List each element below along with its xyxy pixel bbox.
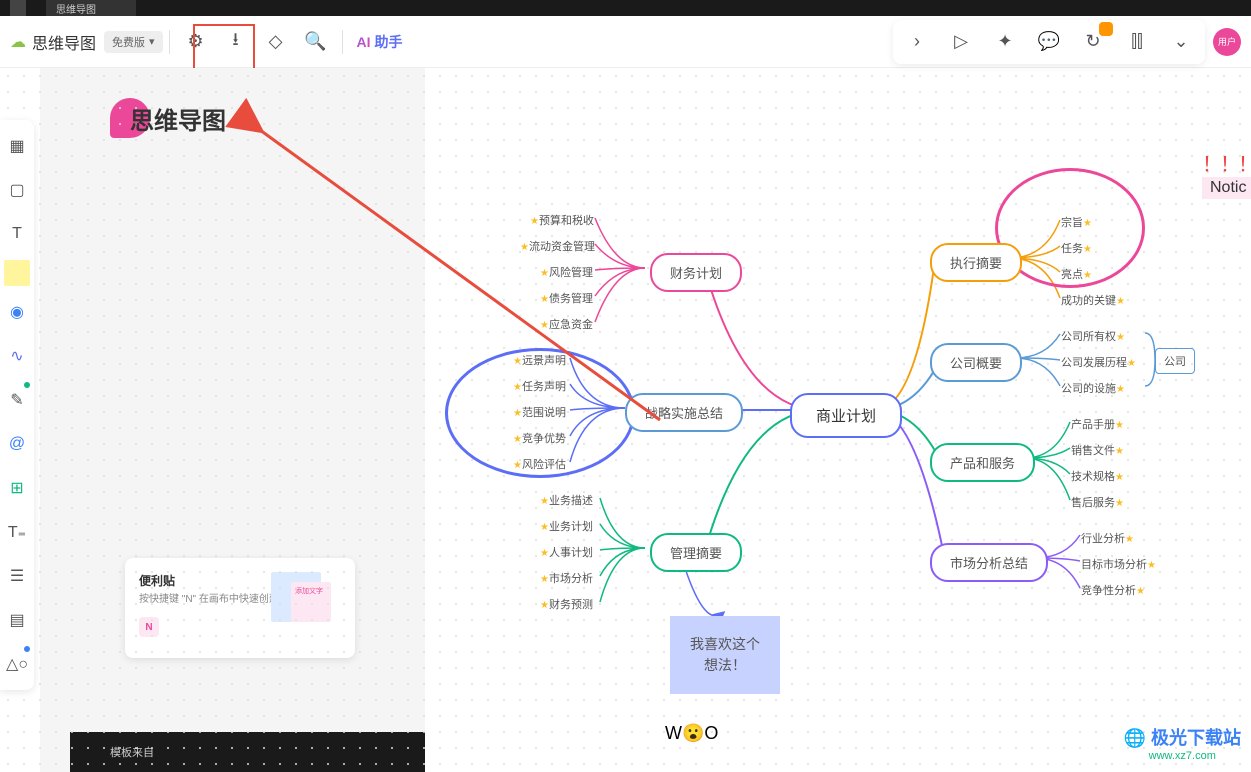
mindmap-leaf[interactable]: ★业务计划 (540, 518, 593, 534)
table-icon[interactable]: ⊞ (0, 466, 34, 510)
mindmap-node-market[interactable]: 市场分析总结 (930, 543, 1048, 582)
mindmap-node-product[interactable]: 产品和服务 (930, 443, 1035, 482)
tutorial-arrow (210, 60, 690, 440)
text-format-icon[interactable]: T₌ (0, 510, 34, 554)
user-avatar[interactable]: 用户 (1213, 28, 1241, 56)
mindmap-leaf[interactable]: 技术规格★ (1071, 468, 1124, 484)
mindmap-node-manage[interactable]: 管理摘要 (650, 533, 742, 572)
shape-icon[interactable]: ◉ (0, 290, 34, 334)
chevron-down-icon: ▾ (149, 35, 155, 48)
settings-icon[interactable]: ⚙ (178, 24, 214, 60)
tag-icon[interactable]: ◇ (258, 24, 294, 60)
right-toolbar: › ▷ ✦ 💬 ↻ ⫿⫿ ⌄ (893, 20, 1205, 64)
frame-icon[interactable]: ▢ (0, 168, 34, 212)
watermark: 🌐 极光下载站 www.xz7.com (1124, 724, 1241, 762)
chart-icon[interactable]: ⫿⫿ (1119, 24, 1155, 60)
connector-icon[interactable]: ∿ (0, 334, 34, 378)
search-icon[interactable]: 🔍 (298, 24, 334, 60)
mindmap-leaf[interactable]: ★市场分析 (540, 570, 593, 586)
mindmap-leaf[interactable]: 销售文件★ (1071, 442, 1124, 458)
text-icon[interactable]: T (0, 212, 34, 256)
separator (169, 30, 170, 54)
mindmap-leaf[interactable]: 售后服务★ (1071, 494, 1124, 510)
list-icon[interactable]: ☰ (0, 554, 34, 598)
mindmap-leaf[interactable]: 宗旨★ (1061, 214, 1092, 230)
play-icon[interactable]: ▷ (943, 24, 979, 60)
document-title[interactable]: 思维导图 (32, 30, 96, 54)
notice-text: Notic (1202, 177, 1251, 199)
pen-icon[interactable]: ✎ (0, 378, 34, 422)
mindmap-node-overview[interactable]: 公司概要 (930, 343, 1022, 382)
mindmap-leaf[interactable]: 成功的关键★ (1061, 292, 1125, 308)
mindmap-leaf[interactable]: 任务★ (1061, 240, 1092, 256)
mindmap-leaf[interactable]: ★财务预测 (540, 596, 593, 612)
mindmap-leaf[interactable]: 目标市场分析★ (1081, 556, 1156, 572)
document-tab[interactable]: 思维导图 (46, 0, 136, 18)
mindmap-leaf[interactable]: 公司所有权★ (1061, 328, 1125, 344)
more-icon[interactable]: ⌄ (1163, 24, 1199, 60)
mindmap-leaf[interactable]: 行业分析★ (1081, 530, 1134, 546)
separator (342, 30, 343, 54)
mindmap-leaf[interactable]: 产品手册★ (1071, 416, 1124, 432)
mindmap-leaf[interactable]: 公司发展历程★ (1061, 354, 1136, 370)
template-icon[interactable]: ▦ (0, 124, 34, 168)
download-icon[interactable]: ⭳ (218, 24, 254, 60)
window-titlebar: 思维导图 (0, 0, 1251, 16)
exclaim-icon: ！！！ (1202, 148, 1251, 177)
cloud-sync-icon: ☁ (10, 32, 26, 52)
sparkle-icon[interactable]: ✦ (987, 24, 1023, 60)
notice-sticker[interactable]: ！！！ Notic (1202, 148, 1251, 199)
mindmap-node-exec[interactable]: 执行摘要 (930, 243, 1022, 282)
home-icon[interactable] (10, 0, 26, 16)
mention-icon[interactable]: @ (0, 422, 34, 466)
sticky-note-icon[interactable] (4, 260, 30, 286)
emoji-reaction[interactable]: W😮O (665, 723, 718, 744)
plan-badge[interactable]: 免费版 ▾ (104, 31, 163, 53)
watermark-name: 🌐 极光下载站 (1124, 724, 1241, 750)
grid-icon[interactable]: ▤ (0, 598, 34, 642)
shapes-icon[interactable]: △○ (0, 642, 34, 686)
history-icon[interactable]: ↻ (1075, 24, 1111, 60)
mindmap-leaf[interactable]: 公司的设施★ (1061, 380, 1125, 396)
mindmap-leaf-company[interactable]: 公司 (1155, 348, 1195, 374)
mindmap-root-node[interactable]: 商业计划 (790, 393, 902, 438)
mindmap-leaf[interactable]: 竞争性分析★ (1081, 582, 1145, 598)
mindmap-leaf[interactable]: ★业务描述 (540, 492, 593, 508)
comment-icon[interactable]: 💬 (1031, 24, 1067, 60)
watermark-url: www.xz7.com (1124, 750, 1241, 762)
idea-sticky-note[interactable]: 我喜欢这个想法！ (670, 616, 780, 694)
ai-assistant-button[interactable]: AI 助手 (357, 32, 403, 52)
mindmap-leaf[interactable]: ★风险评估 (513, 456, 566, 472)
mindmap-leaf[interactable]: 亮点★ (1061, 266, 1092, 282)
tool-palette: ▦ ▢ T ◉ ∿ ✎ @ ⊞ T₌ ☰ ▤ △○ (0, 120, 34, 690)
chevron-right-icon[interactable]: › (899, 24, 935, 60)
mindmap-leaf[interactable]: ★人事计划 (540, 544, 593, 560)
